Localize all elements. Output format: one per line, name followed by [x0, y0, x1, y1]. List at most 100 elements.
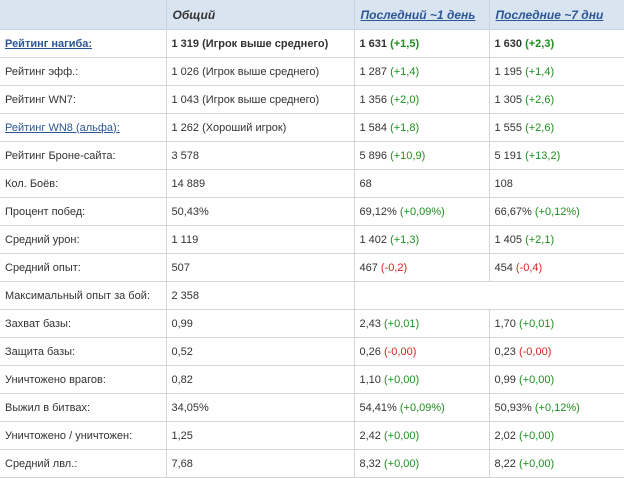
delta: (+1,3): [390, 233, 420, 246]
cell-week: 0,99 (+0,00): [489, 365, 624, 394]
delta: (+0,00): [518, 457, 555, 470]
cell-week: 1 305 (+2,6): [489, 85, 624, 114]
cell-day: 5 896 (+10,9): [354, 141, 490, 170]
row-kill-death: Уничтожено / уничтожен: 1,25 2,42 (+0,00…: [0, 421, 624, 450]
value: 0,26: [359, 345, 381, 358]
row-win-rate: Процент побед: 50,43% 69,12% (+0,09%) 66…: [0, 197, 624, 226]
value: 1 305: [494, 93, 523, 106]
row-battles: Кол. Боёв: 14 889 68 108: [0, 169, 624, 198]
cell-overall: 1 119: [166, 225, 355, 254]
delta: (+0,09%): [399, 205, 445, 218]
value: 8,22: [494, 457, 516, 470]
row-label-link[interactable]: Рейтинг WN8 (альфа):: [0, 113, 167, 142]
cell-overall: 3 578: [166, 141, 355, 170]
value: 2,43: [359, 317, 381, 330]
value: 5 191: [494, 149, 523, 162]
row-avg-level: Средний лвл.: 7,68 8,32 (+0,00) 8,22 (+0…: [0, 449, 624, 478]
delta: (+1,4): [525, 65, 555, 78]
cell-week: 1 630 (+2,3): [489, 29, 624, 58]
row-armor-site-rating: Рейтинг Броне-сайта: 3 578 5 896 (+10,9)…: [0, 141, 624, 170]
delta: (+1,8): [390, 121, 420, 134]
header-empty: [0, 0, 167, 30]
cell-week: 66,67% (+0,12%): [489, 197, 624, 226]
value: 1 356: [359, 93, 388, 106]
value: 8,32: [359, 457, 381, 470]
value: 69,12%: [359, 205, 397, 218]
cell-week: [489, 281, 624, 310]
value: 1 555: [494, 121, 523, 134]
value: 1 195: [494, 65, 523, 78]
cell-overall: 7,68: [166, 449, 355, 478]
wn8-rating-link[interactable]: Рейтинг WN8 (альфа):: [5, 122, 120, 134]
cell-week: 50,93% (+0,12%): [489, 393, 624, 422]
cell-week: 1 405 (+2,1): [489, 225, 624, 254]
cell-week: 454 (-0,4): [489, 253, 624, 282]
row-label: Выжил в битвах:: [0, 393, 167, 422]
cell-week: 1 195 (+1,4): [489, 57, 624, 86]
cell-day: 2,42 (+0,00): [354, 421, 490, 450]
row-eff-rating: Рейтинг эфф.: 1 026 (Игрок выше среднего…: [0, 57, 624, 86]
delta: (+10,9): [390, 149, 426, 162]
header-last-week-link[interactable]: Последние ~7 дни: [489, 0, 624, 30]
value: 1 287: [359, 65, 388, 78]
delta: (+0,09%): [399, 401, 445, 414]
delta: (+0,00): [383, 457, 420, 470]
delta: (+0,01): [518, 317, 555, 330]
delta: (+0,12%): [534, 401, 580, 414]
row-enemies-destroyed: Уничтожено врагов: 0,82 1,10 (+0,00) 0,9…: [0, 365, 624, 394]
cell-overall: 1 043 (Игрок выше среднего): [166, 85, 355, 114]
value: 454: [494, 261, 513, 274]
value: 0,99: [494, 373, 516, 386]
delta: (+0,01): [383, 317, 420, 330]
delta: (+1,5): [390, 37, 420, 50]
row-label: Процент побед:: [0, 197, 167, 226]
cell-day: 8,32 (+0,00): [354, 449, 490, 478]
cell-week: 1,70 (+0,01): [489, 309, 624, 338]
cell-overall: 0,99: [166, 309, 355, 338]
nagib-rating-link[interactable]: Рейтинг нагиба:: [5, 38, 92, 50]
row-label: Средний лвл.:: [0, 449, 167, 478]
cell-week: 108: [489, 169, 624, 198]
cell-day: 1 356 (+2,0): [354, 85, 490, 114]
value: 1 631: [359, 37, 388, 50]
cell-day: 2,43 (+0,01): [354, 309, 490, 338]
cell-day: 69,12% (+0,09%): [354, 197, 490, 226]
value: 1 405: [494, 233, 523, 246]
cell-week: 2,02 (+0,00): [489, 421, 624, 450]
row-label: Средний опыт:: [0, 253, 167, 282]
value: 1,10: [359, 373, 381, 386]
cell-day: 68: [354, 169, 490, 198]
delta: (+0,00): [518, 429, 555, 442]
value: 50,93%: [494, 401, 532, 414]
row-base-defense: Защита базы: 0,52 0,26 (-0,00) 0,23 (-0,…: [0, 337, 624, 366]
delta: (+0,00): [383, 373, 420, 386]
delta: (-0,00): [383, 345, 417, 358]
cell-week: 5 191 (+13,2): [489, 141, 624, 170]
row-label-link[interactable]: Рейтинг нагиба:: [0, 29, 167, 58]
header-last-day-link[interactable]: Последний ~1 день: [354, 0, 490, 30]
cell-overall: 1,25: [166, 421, 355, 450]
row-nagib-rating: Рейтинг нагиба: 1 319 (Игрок выше средне…: [0, 29, 624, 58]
delta: (+2,6): [525, 121, 555, 134]
value: 1 630: [494, 37, 523, 50]
value: 66,67%: [494, 205, 532, 218]
value: 1 402: [359, 233, 388, 246]
delta: (+2,6): [525, 93, 555, 106]
row-max-xp: Максимальный опыт за бой: 2 358: [0, 281, 624, 310]
row-label: Уничтожено / уничтожен:: [0, 421, 167, 450]
delta: (+13,2): [525, 149, 561, 162]
cell-overall: 14 889: [166, 169, 355, 198]
cell-overall: 0,52: [166, 337, 355, 366]
cell-day: 1 287 (+1,4): [354, 57, 490, 86]
cell-day: 1 402 (+1,3): [354, 225, 490, 254]
row-wn7-rating: Рейтинг WN7: 1 043 (Игрок выше среднего)…: [0, 85, 624, 114]
row-wn8-rating: Рейтинг WN8 (альфа): 1 262 (Хороший игро…: [0, 113, 624, 142]
cell-day: 1 631 (+1,5): [354, 29, 490, 58]
row-label: Захват базы:: [0, 309, 167, 338]
delta: (+0,00): [518, 373, 555, 386]
row-label: Рейтинг Броне-сайта:: [0, 141, 167, 170]
row-survived: Выжил в битвах: 34,05% 54,41% (+0,09%) 5…: [0, 393, 624, 422]
row-label: Защита базы:: [0, 337, 167, 366]
cell-overall: 0,82: [166, 365, 355, 394]
cell-day: [354, 281, 489, 310]
